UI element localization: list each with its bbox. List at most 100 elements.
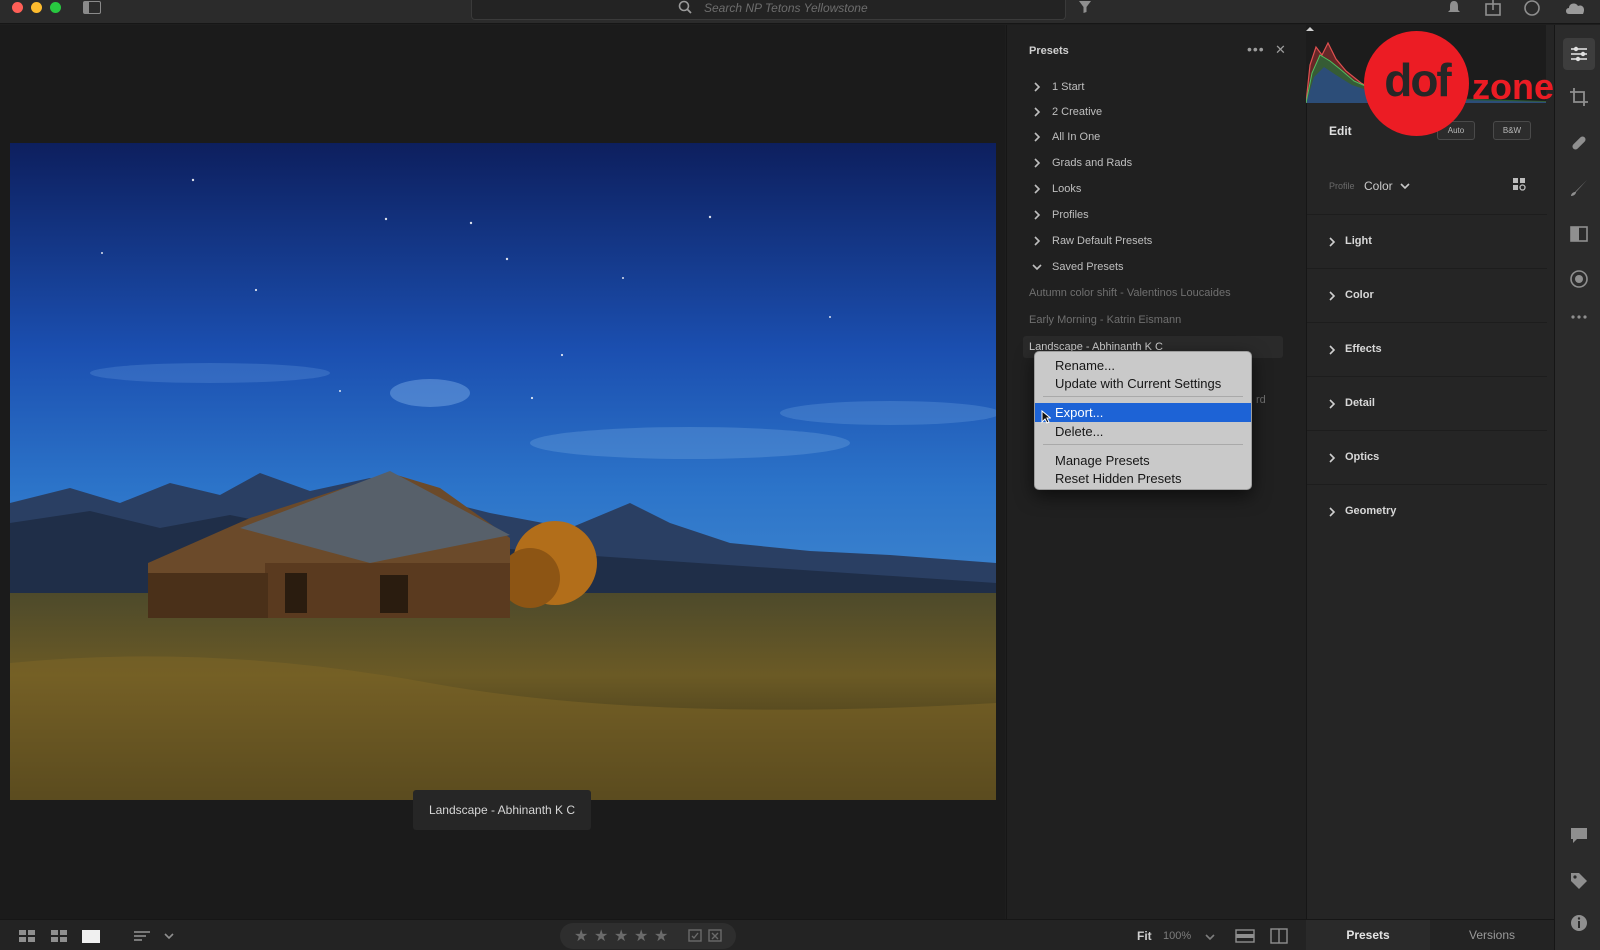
logo-text-zone: zone <box>1472 66 1555 107</box>
square-grid-icon[interactable] <box>18 928 36 944</box>
close-icon[interactable]: ✕ <box>1275 42 1286 58</box>
brush-icon[interactable] <box>1569 178 1589 198</box>
filter-icon[interactable] <box>1078 0 1092 14</box>
chevron-right-icon <box>1329 399 1336 409</box>
saved-preset-item[interactable]: Early Morning - Katrin Eismann <box>1029 314 1181 326</box>
close-window-button[interactable] <box>12 2 23 13</box>
tool-strip <box>1554 25 1600 950</box>
rating-star-1[interactable]: ★ <box>574 926 588 946</box>
healing-brush-icon[interactable] <box>1569 133 1589 153</box>
minimize-window-button[interactable] <box>31 2 42 13</box>
preset-group-saved-presets[interactable]: Saved Presets <box>1032 257 1124 277</box>
photo-canvas[interactable]: Landscape - Abhinanth K C <box>0 25 1005 919</box>
tab-versions[interactable]: Versions <box>1430 920 1554 950</box>
rating-flag-bar: ★ ★ ★ ★ ★ <box>560 923 736 949</box>
title-bar: Search NP Tetons Yellowstone <box>0 0 1600 24</box>
fit-zoom-button[interactable]: Fit <box>1137 929 1152 943</box>
chevron-down-icon[interactable] <box>1205 932 1215 942</box>
chevron-right-icon <box>1034 132 1041 142</box>
photo-grid-icon[interactable] <box>50 928 68 944</box>
notifications-icon[interactable] <box>1445 0 1463 16</box>
help-icon[interactable] <box>1523 0 1541 16</box>
chevron-right-icon <box>1329 291 1336 301</box>
rating-star-5[interactable]: ★ <box>654 926 668 946</box>
menu-item-delete[interactable]: Delete... <box>1035 422 1251 441</box>
preset-group-label: 2 Creative <box>1052 106 1103 118</box>
cloud-icon[interactable] <box>1564 0 1588 16</box>
preset-group-profiles[interactable]: Profiles <box>1032 205 1089 225</box>
preset-context-menu: Rename... Update with Current Settings E… <box>1034 351 1252 490</box>
section-label: Geometry <box>1345 505 1397 517</box>
flag-pick-icon[interactable] <box>688 929 702 943</box>
chevron-right-icon <box>1329 345 1336 355</box>
detail-view-icon[interactable] <box>82 928 100 944</box>
search-input[interactable]: Search NP Tetons Yellowstone <box>471 0 1066 20</box>
section-label: Color <box>1345 289 1374 301</box>
preset-group-label: 1 Start <box>1052 81 1085 93</box>
linear-gradient-icon[interactable] <box>1569 224 1589 244</box>
preset-group-label: Looks <box>1052 183 1082 195</box>
rating-star-3[interactable]: ★ <box>614 926 628 946</box>
comment-icon[interactable] <box>1569 825 1589 845</box>
section-label: Effects <box>1345 343 1382 355</box>
menu-item-export[interactable]: Export... <box>1035 403 1251 422</box>
sort-icon[interactable] <box>133 928 151 944</box>
preset-group-2-creative[interactable]: 2 Creative <box>1032 102 1102 122</box>
presets-panel-title: Presets <box>1029 45 1069 57</box>
preset-group-label: Saved Presets <box>1052 261 1124 273</box>
section-optics[interactable]: Optics <box>1307 430 1547 484</box>
preset-group-raw-default-presets[interactable]: Raw Default Presets <box>1032 231 1152 251</box>
more-options-icon[interactable]: ••• <box>1247 41 1265 57</box>
profile-dropdown[interactable]: Color <box>1364 179 1393 193</box>
chevron-right-icon <box>1034 210 1041 220</box>
maximize-window-button[interactable] <box>50 2 61 13</box>
chevron-right-icon <box>1034 236 1041 246</box>
logo-text-dof: dof <box>1384 54 1452 106</box>
bw-button[interactable]: B&W <box>1493 121 1531 140</box>
share-icon[interactable] <box>1484 0 1502 16</box>
chevron-down-icon[interactable] <box>1400 181 1410 191</box>
edit-sliders-icon[interactable] <box>1563 38 1595 70</box>
more-tools-icon[interactable] <box>1569 307 1589 327</box>
rating-star-4[interactable]: ★ <box>634 926 648 946</box>
before-after-icon[interactable] <box>1235 928 1255 944</box>
section-light[interactable]: Light <box>1307 214 1547 268</box>
menu-item-manage-presets[interactable]: Manage Presets <box>1035 451 1251 470</box>
info-icon[interactable] <box>1569 913 1589 933</box>
chevron-right-icon <box>1034 184 1041 194</box>
menu-item-reset-hidden[interactable]: Reset Hidden Presets <box>1035 469 1251 488</box>
landscape-photo <box>10 143 996 800</box>
section-label: Light <box>1345 235 1372 247</box>
section-effects[interactable]: Effects <box>1307 322 1547 376</box>
tab-presets[interactable]: Presets <box>1306 920 1430 950</box>
zoom-level-button[interactable]: 100% <box>1163 930 1191 942</box>
preset-group-1-start[interactable]: 1 Start <box>1032 77 1084 97</box>
preset-group-grads-and-rads[interactable]: Grads and Rads <box>1032 153 1132 173</box>
chevron-down-icon[interactable] <box>163 928 175 944</box>
menu-item-update-settings[interactable]: Update with Current Settings <box>1035 374 1251 393</box>
crop-icon[interactable] <box>1569 87 1589 107</box>
section-color[interactable]: Color <box>1307 268 1547 322</box>
preset-group-label: Profiles <box>1052 209 1089 221</box>
menu-item-rename[interactable]: Rename... <box>1035 356 1251 375</box>
profile-label: Profile <box>1329 181 1355 191</box>
chevron-right-icon <box>1034 158 1041 168</box>
section-geometry[interactable]: Geometry <box>1307 484 1547 538</box>
tag-icon[interactable] <box>1569 871 1589 891</box>
edit-panel: Edit Auto B&W Profile Color Light Color … <box>1306 25 1554 919</box>
preset-group-looks[interactable]: Looks <box>1032 179 1081 199</box>
rating-star-2[interactable]: ★ <box>594 926 608 946</box>
preset-group-label: Raw Default Presets <box>1052 235 1153 247</box>
flag-reject-icon[interactable] <box>708 929 722 943</box>
chevron-down-icon <box>1032 264 1042 271</box>
saved-preset-item[interactable]: Autumn color shift - Valentinos Loucaide… <box>1029 287 1231 299</box>
sidebar-toggle-icon[interactable] <box>83 1 101 14</box>
section-detail[interactable]: Detail <box>1307 376 1547 430</box>
radial-gradient-icon[interactable] <box>1569 269 1589 289</box>
bottom-toolbar: ★ ★ ★ ★ ★ Fit 100% <box>0 919 1306 950</box>
preset-group-all-in-one[interactable]: All In One <box>1032 127 1100 147</box>
chevron-right-icon <box>1329 237 1336 247</box>
compare-view-icon[interactable] <box>1270 928 1288 944</box>
profile-browser-icon[interactable] <box>1512 177 1527 191</box>
photo-caption: Landscape - Abhinanth K C <box>413 790 591 830</box>
